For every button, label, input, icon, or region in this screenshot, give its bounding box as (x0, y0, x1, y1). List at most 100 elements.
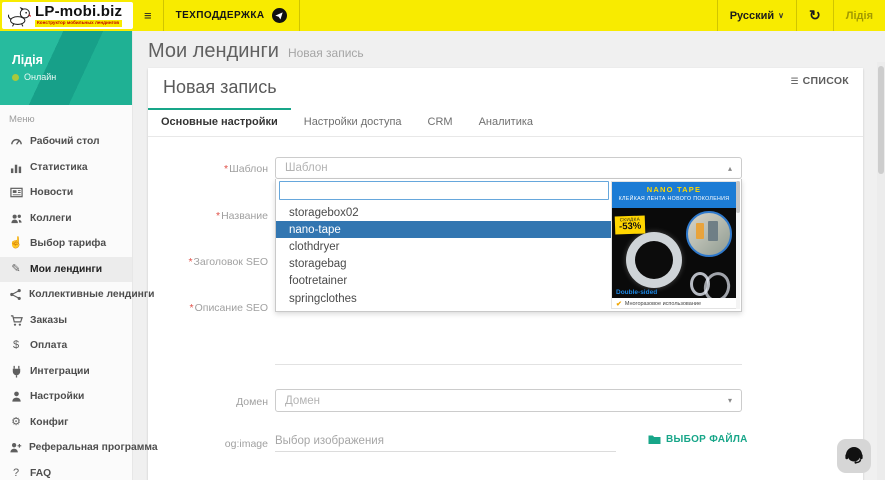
language-label: Русский (730, 10, 774, 22)
tech-support-link[interactable]: ТЕХПОДДЕРЖКА (164, 0, 300, 31)
topbar-username[interactable]: Лідія (834, 0, 885, 31)
sidebar-item-settings[interactable]: Настройки (0, 384, 132, 410)
tab-bar: Основные настройки Настройки доступа CRM… (148, 108, 863, 137)
dropdown-scrollbar[interactable] (736, 181, 740, 309)
seo-title-label: *Заголовок SEO (148, 256, 268, 268)
tape-roll-image (626, 232, 682, 288)
share-nodes-icon (9, 288, 22, 301)
topbar: LP-mobi.biz Конструктор мобильных лендин… (0, 0, 885, 31)
seo-description-label: *Описание SEO (148, 302, 268, 314)
sidebar-item-dashboard[interactable]: Рабочий стол (0, 129, 132, 155)
sidebar-toggle-button[interactable]: ≡ (133, 0, 164, 31)
dollar-icon: $ (9, 340, 23, 351)
template-placeholder: Шаблон (285, 162, 728, 174)
users-icon (9, 212, 23, 225)
preview-body: СКИДКА -53% Double-sided (612, 208, 736, 298)
template-option[interactable]: storagebox02 (276, 204, 611, 221)
domain-select[interactable]: Домен ▾ (275, 389, 742, 412)
sidebar-menu: Рабочий стол Статистика Новости Коллеги … (0, 129, 132, 480)
template-option[interactable]: storagebag (276, 256, 611, 273)
question-icon: ? (9, 468, 23, 479)
chevron-down-icon: ∨ (778, 11, 784, 20)
sidebar-item-news[interactable]: Новости (0, 180, 132, 206)
choose-file-button[interactable]: ВЫБОР ФАЙЛА (648, 434, 748, 445)
tab-access-settings[interactable]: Настройки доступа (291, 108, 415, 136)
chevron-down-icon: ▾ (728, 396, 732, 405)
template-label: *Шаблон (148, 163, 268, 175)
preview-subtitle: КЛЕЙКАЯ ЛЕНТА НОВОГО ПОКОЛЕНИЯ (612, 196, 736, 202)
template-select[interactable]: Шаблон ▴ (275, 157, 742, 179)
headset-icon (843, 445, 865, 467)
logo[interactable]: LP-mobi.biz Конструктор мобильных лендин… (2, 2, 133, 29)
chevron-up-icon: ▴ (728, 164, 732, 173)
template-option-list: storagebox02 nano-tape clothdryer storag… (276, 204, 611, 307)
sidebar-item-collective-landings[interactable]: Коллективные лендинги (0, 282, 132, 308)
list-button[interactable]: ☰ СПИСОК (791, 75, 849, 87)
template-option[interactable]: clothdryer (276, 238, 611, 255)
name-label: *Название (148, 210, 268, 222)
discount-badge: СКИДКА -53% (615, 215, 646, 234)
topbar-spacer (300, 0, 717, 31)
dog-logo-icon (6, 4, 32, 28)
newspaper-icon (9, 186, 23, 199)
check-icon: ✔ (616, 300, 622, 308)
dashboard-icon (9, 135, 23, 148)
user-icon (9, 390, 23, 403)
page-header: Мои лендинги Новая запись (148, 40, 364, 63)
og-image-label: og:image (148, 438, 268, 450)
refresh-icon: ↻ (809, 7, 821, 24)
page-title: Мои лендинги (148, 40, 279, 63)
sidebar-item-referral[interactable]: Реферальная программа (0, 435, 132, 461)
tab-crm[interactable]: CRM (415, 108, 466, 136)
hamburger-icon: ≡ (144, 8, 152, 23)
list-icon: ☰ (791, 76, 799, 87)
folder-icon (648, 434, 661, 445)
og-image-input[interactable] (275, 430, 616, 452)
sidebar-item-config[interactable]: ⚙ Конфиг (0, 410, 132, 436)
online-status-dot (12, 74, 19, 81)
template-option[interactable]: footretainer (276, 273, 611, 290)
sidebar-item-tariff[interactable]: ☝ Выбор тарифа (0, 231, 132, 257)
telegram-icon (272, 8, 287, 23)
preview-header: NANO TAPE КЛЕЙКАЯ ЛЕНТА НОВОГО ПОКОЛЕНИЯ (612, 182, 736, 208)
sidebar-item-orders[interactable]: Заказы (0, 308, 132, 334)
logo-subtitle: Конструктор мобильных лендингов (35, 20, 122, 27)
sidebar-item-colleagues[interactable]: Коллеги (0, 206, 132, 232)
breadcrumb: Новая запись (288, 46, 364, 60)
sidebar: Лідія Онлайн Меню Рабочий стол Статистик… (0, 31, 133, 480)
sidebar-item-faq[interactable]: ? FAQ (0, 461, 132, 480)
hand-pointer-icon: ☝ (9, 238, 23, 249)
sidebar-item-my-landings[interactable]: ✎ Мои лендинги (0, 257, 132, 283)
template-dropdown: storagebox02 nano-tape clothdryer storag… (275, 179, 742, 312)
tab-main-settings[interactable]: Основные настройки (148, 108, 291, 136)
template-preview-thumbnail: NANO TAPE КЛЕЙКАЯ ЛЕНТА НОВОГО ПОКОЛЕНИЯ… (611, 181, 737, 309)
template-option[interactable]: springclothes (276, 290, 611, 307)
sidebar-item-payment[interactable]: $ Оплата (0, 333, 132, 359)
profile-name: Лідія (12, 53, 43, 67)
preview-feature-row: ✔ Многоразовое использование (612, 298, 736, 309)
template-search-input[interactable] (279, 181, 609, 200)
profile-panel: Лідія Онлайн (0, 31, 132, 105)
template-option-highlighted[interactable]: nano-tape (276, 221, 611, 238)
usage-photo-inset (686, 211, 732, 257)
sidebar-item-integrations[interactable]: Интеграции (0, 359, 132, 385)
support-label: ТЕХПОДДЕРЖКА (176, 10, 265, 21)
support-chat-button[interactable] (837, 439, 871, 473)
page-scrollbar[interactable] (877, 62, 885, 480)
online-status-label: Онлайн (24, 72, 56, 82)
sidebar-item-statistics[interactable]: Статистика (0, 155, 132, 181)
user-plus-icon (9, 441, 22, 454)
plug-icon (9, 365, 23, 378)
domain-placeholder: Домен (285, 395, 728, 407)
logo-title: LP-mobi.biz (35, 4, 122, 19)
main-content: Мои лендинги Новая запись Новая запись ☰… (133, 31, 885, 480)
dropdown-scrollbar-thumb[interactable] (736, 181, 740, 213)
language-selector[interactable]: Русский ∨ (717, 0, 797, 31)
page-scrollbar-thumb[interactable] (878, 66, 884, 174)
pencil-icon: ✎ (9, 264, 23, 275)
tab-analytics[interactable]: Аналитика (466, 108, 546, 136)
domain-label: Домен (148, 396, 268, 408)
preview-note: Double-sided (616, 289, 657, 296)
refresh-button[interactable]: ↻ (797, 0, 834, 31)
app-window: LP-mobi.biz Конструктор мобильных лендин… (0, 0, 885, 480)
